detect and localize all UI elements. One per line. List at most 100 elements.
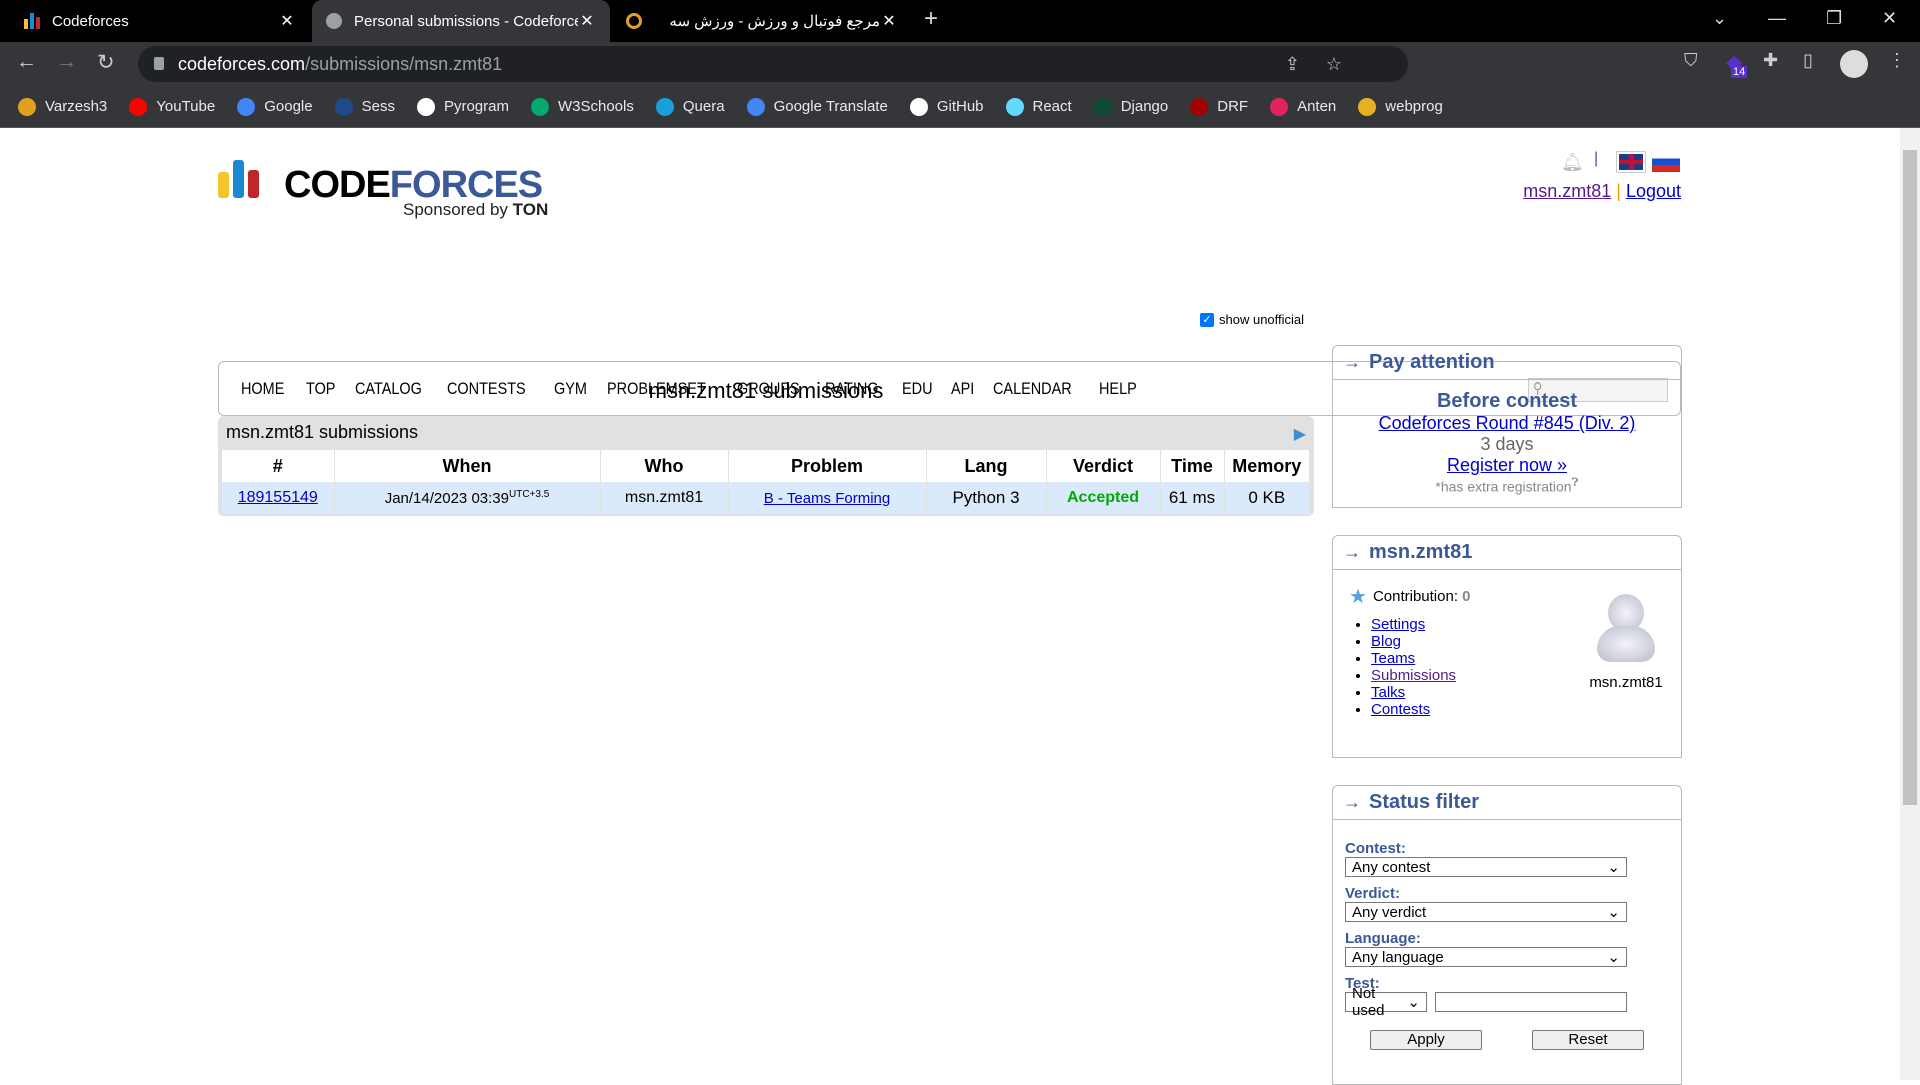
bookmark-item[interactable]: DRF — [1190, 97, 1249, 116]
tab-varzesh3[interactable]: مرجع فوتبال و ورزش - ورزش سه ✕ — [612, 0, 912, 42]
contest-link[interactable]: Codeforces Round #845 (Div. 2) — [1379, 413, 1636, 433]
submission-author[interactable]: msn.zmt81 — [600, 482, 729, 514]
problem-link[interactable]: B - Teams Forming — [764, 490, 890, 507]
bookmark-favicon-icon — [129, 97, 148, 116]
profile-link-talks[interactable]: Talks — [1371, 684, 1405, 701]
minimize-button[interactable]: — — [1768, 8, 1786, 29]
bookmark-favicon-icon — [18, 97, 36, 116]
tab-search-icon[interactable]: ⌄ — [1712, 8, 1727, 29]
bookmark-item[interactable]: Varzesh3 — [18, 97, 107, 116]
address-bar[interactable]: codeforces.com/submissions/msn.zmt81 ⇪ ☆ — [138, 46, 1408, 82]
expand-arrow-icon[interactable]: ▶ — [1294, 424, 1306, 444]
back-icon[interactable]: ← — [16, 50, 37, 74]
avatar[interactable] — [1593, 594, 1659, 664]
russian-flag-icon[interactable] — [1652, 152, 1680, 172]
profile-link-teams[interactable]: Teams — [1371, 650, 1415, 667]
bookmark-favicon-icon — [1093, 97, 1112, 116]
chevron-down-icon: ⌄ — [1607, 904, 1620, 921]
help-icon[interactable]: ❓︎ — [1572, 476, 1579, 489]
menu-icon[interactable]: ⋮ — [1888, 50, 1906, 71]
contest-select[interactable]: Any contest ⌄ — [1345, 857, 1627, 877]
bookmark-label: Django — [1120, 98, 1169, 115]
submission-lang: Python 3 — [926, 482, 1047, 514]
verdict-accepted[interactable]: Accepted — [1046, 482, 1161, 514]
bookmark-item[interactable]: Pyrogram — [416, 97, 509, 116]
bookmark-favicon-icon — [416, 97, 435, 116]
bookmark-item[interactable]: Google — [237, 97, 313, 116]
bookmark-item[interactable]: Django — [1093, 97, 1169, 116]
username-link[interactable]: msn.zmt81 — [1523, 181, 1611, 201]
bookmark-favicon-icon — [746, 97, 765, 116]
column-header: Time — [1160, 450, 1225, 482]
url-host: codeforces.com — [178, 53, 306, 74]
profile-link-submissions[interactable]: Submissions — [1371, 667, 1456, 684]
test-select-value: Not used — [1352, 985, 1385, 1019]
bookmark-item[interactable]: Sess — [334, 97, 395, 116]
bookmark-label: Anten — [1297, 98, 1337, 115]
puzzle-extensions-icon[interactable]: ✚ — [1763, 50, 1778, 71]
bookmark-favicon-icon — [237, 97, 256, 116]
tab-submissions[interactable]: Personal submissions - Codeforces ✕ — [312, 0, 610, 42]
restore-button[interactable]: ❐ — [1826, 8, 1842, 29]
box-title: Pay attention — [1369, 351, 1495, 373]
apply-button[interactable]: Apply — [1370, 1030, 1482, 1050]
scrollbar-thumb[interactable] — [1903, 150, 1917, 805]
reset-button[interactable]: Reset — [1532, 1030, 1644, 1050]
bookmark-label: Pyrogram — [443, 98, 509, 115]
forward-icon[interactable]: → — [56, 50, 77, 74]
english-flag-icon[interactable] — [1616, 151, 1646, 173]
notification-bell-icon[interactable]: 🔔︎ — [1561, 152, 1584, 173]
pay-attention-box: → Pay attention Before contest Codeforces… — [1332, 345, 1682, 508]
bookmark-item[interactable]: YouTube — [129, 97, 215, 116]
bookmark-item[interactable]: Anten — [1270, 97, 1337, 116]
bookmark-label: Sess — [361, 98, 395, 115]
test-input[interactable] — [1435, 992, 1627, 1012]
bookmark-favicon-icon — [1190, 97, 1209, 116]
profile-avatar-icon[interactable] — [1840, 50, 1868, 78]
bookmark-label: React — [1032, 98, 1072, 115]
show-unofficial-toggle[interactable]: ✓ show unofficial — [1200, 312, 1304, 327]
tab-title: Personal submissions - Codeforces — [354, 12, 578, 30]
submission-id-link[interactable]: 189155149 — [238, 489, 318, 506]
codeforces-favicon-icon — [24, 13, 40, 29]
profile-link-settings[interactable]: Settings — [1371, 616, 1425, 633]
logo-bars-icon — [218, 160, 259, 198]
bookmark-item[interactable]: React — [1005, 97, 1072, 116]
side-panel-icon[interactable]: ▯ — [1803, 50, 1813, 71]
submissions-box: msn.zmt81 submissions ▶ # When Who Problem L… — [218, 416, 1314, 516]
close-window-button[interactable]: ✕ — [1882, 8, 1897, 29]
bookmark-item[interactable]: W3Schools — [530, 97, 634, 116]
new-tab-button[interactable]: + — [924, 5, 938, 33]
share-icon[interactable]: ⇪ — [1285, 54, 1300, 75]
logout-link[interactable]: Logout — [1626, 181, 1681, 201]
bookmark-item[interactable]: GitHub — [909, 97, 984, 116]
bookmark-item[interactable]: Quera — [655, 97, 725, 116]
profile-link-blog[interactable]: Blog — [1371, 633, 1401, 650]
language-label: Language: — [1345, 930, 1421, 947]
close-tab-icon[interactable]: ✕ — [578, 11, 596, 31]
submission-time-consumed: 61 ms — [1160, 482, 1225, 514]
test-select[interactable]: Not used ⌄ — [1345, 985, 1427, 1019]
verdict-select[interactable]: Any verdict ⌄ — [1345, 902, 1627, 922]
tab-codeforces[interactable]: Codeforces ✕ — [10, 0, 310, 42]
box-title: msn.zmt81 submissions — [226, 422, 419, 442]
bookmark-item[interactable]: Google Translate — [746, 97, 888, 116]
bookmark-star-icon[interactable]: ☆ — [1326, 54, 1342, 75]
separator: | — [1594, 150, 1599, 167]
checkbox-checked-icon[interactable]: ✓ — [1200, 312, 1214, 327]
logo-code: CODE — [284, 164, 391, 206]
language-select[interactable]: Any language ⌄ — [1345, 947, 1627, 967]
contest-label: Contest: — [1345, 840, 1406, 857]
close-tab-icon[interactable]: ✕ — [278, 11, 296, 31]
profile-links: SettingsBlogTeamsSubmissionsTalksContest… — [1371, 616, 1456, 718]
bookmark-item[interactable]: webprog — [1358, 97, 1443, 116]
profile-link-contests[interactable]: Contests — [1371, 701, 1430, 718]
submission-memory: 0 KB — [1224, 482, 1310, 514]
contest-select-value: Any contest — [1352, 858, 1431, 876]
shield-extension-icon[interactable]: ⛉ — [1684, 50, 1698, 71]
reload-icon[interactable]: ↻ — [97, 50, 115, 75]
bookmark-label: Google Translate — [773, 98, 888, 115]
register-link[interactable]: Register now » — [1447, 455, 1567, 475]
close-tab-icon[interactable]: ✕ — [880, 11, 898, 31]
bookmark-label: DRF — [1217, 98, 1249, 115]
